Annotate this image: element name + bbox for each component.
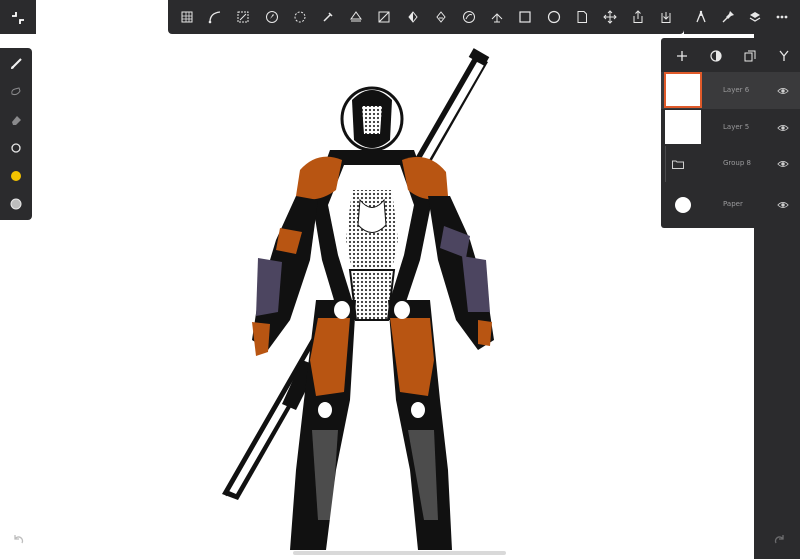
pen-nib-icon[interactable]: [694, 10, 708, 24]
globe-icon[interactable]: [462, 10, 476, 24]
layer-thumbnail[interactable]: [664, 72, 702, 108]
redo-icon[interactable]: [774, 534, 786, 546]
fullscreen-toggle[interactable]: [0, 0, 36, 34]
drop-icon[interactable]: [434, 10, 448, 24]
layer-name: Paper: [723, 200, 743, 208]
rectangle-icon[interactable]: [518, 10, 532, 24]
visibility-icon[interactable]: [777, 122, 789, 134]
figure-legs: [290, 300, 452, 550]
brush-icon[interactable]: [9, 57, 23, 71]
visibility-icon[interactable]: [777, 199, 789, 211]
layer-row[interactable]: Layer 5: [661, 109, 800, 146]
smudge-icon[interactable]: [9, 85, 23, 99]
grid-icon[interactable]: [180, 10, 194, 24]
undo-icon[interactable]: [12, 534, 24, 546]
layer-row[interactable]: Layer 6: [661, 72, 800, 109]
more-icon[interactable]: [775, 10, 789, 24]
layer-name: Layer 5: [723, 123, 750, 131]
layer-row[interactable]: Paper: [661, 182, 800, 228]
paper-color-swatch[interactable]: [675, 197, 691, 213]
eyedropper-icon[interactable]: [321, 10, 335, 24]
group-divider: [665, 146, 666, 182]
figure-right-arm: [428, 196, 494, 350]
transform-icon[interactable]: [236, 10, 250, 24]
add-layer-icon[interactable]: [675, 49, 689, 63]
lasso-select-icon[interactable]: [293, 10, 307, 24]
collapse-icon: [11, 11, 25, 25]
layers-panel: Layer 6 Layer 5 Group 8 Paper: [661, 38, 800, 228]
layer-name: Layer 6: [723, 86, 750, 94]
pin-icon[interactable]: [721, 10, 735, 24]
layer-name: Group 8: [723, 159, 751, 167]
size-circle-icon[interactable]: [9, 141, 23, 155]
home-indicator: [293, 551, 506, 555]
perspective-icon[interactable]: [490, 10, 504, 24]
opacity-circle-icon[interactable]: [9, 197, 23, 211]
slash-box-icon[interactable]: [377, 10, 391, 24]
color-swatch-icon[interactable]: [9, 169, 23, 183]
circle-icon[interactable]: [547, 10, 561, 24]
main-toolbar: [168, 0, 684, 34]
import-icon[interactable]: [659, 10, 673, 24]
move-icon[interactable]: [603, 10, 617, 24]
top-right-toolbar: [684, 0, 800, 34]
layers-icon[interactable]: [748, 10, 762, 24]
visibility-icon[interactable]: [777, 158, 789, 170]
merge-icon[interactable]: [777, 49, 791, 63]
duplicate-icon[interactable]: [743, 49, 757, 63]
curve-icon[interactable]: [208, 10, 222, 24]
document-icon[interactable]: [575, 10, 589, 24]
layers-header: [661, 38, 800, 72]
share-icon[interactable]: [631, 10, 645, 24]
layer-row[interactable]: Group 8: [661, 146, 800, 182]
figure-head: [340, 86, 404, 152]
folder-icon: [671, 157, 685, 171]
compass-icon[interactable]: [265, 10, 279, 24]
left-tool-panel: [0, 48, 32, 220]
blend-icon[interactable]: [709, 49, 723, 63]
figure-left-arm: [252, 196, 318, 356]
eraser-icon[interactable]: [9, 113, 23, 127]
layer-thumbnail[interactable]: [665, 110, 701, 144]
fill-drop-icon[interactable]: [406, 10, 420, 24]
fill-icon[interactable]: [349, 10, 363, 24]
visibility-icon[interactable]: [777, 85, 789, 97]
